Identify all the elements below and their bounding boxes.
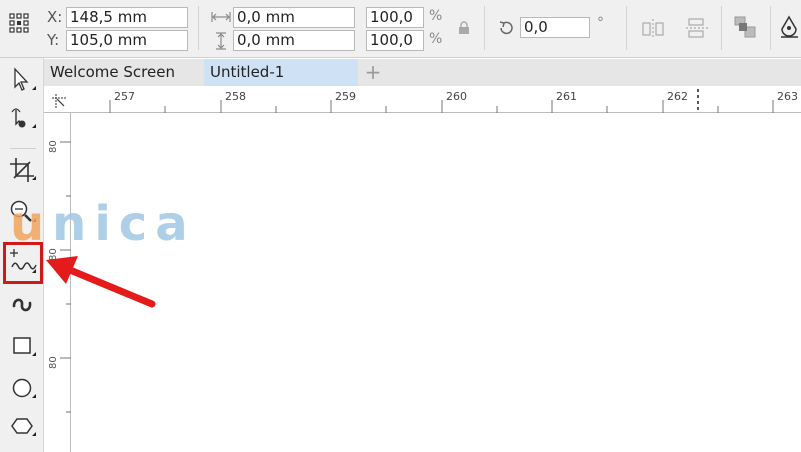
red-arrow-annotation — [46, 256, 156, 308]
y-label: Y: — [47, 31, 60, 49]
degree-label: ° — [597, 15, 604, 31]
arrow-pointer-icon — [14, 67, 36, 91]
crop-tool[interactable] — [6, 154, 38, 186]
shape-node-icon — [11, 108, 36, 128]
ruler-label: 259 — [335, 90, 356, 103]
ruler-label: 262 — [667, 90, 688, 103]
width-field[interactable]: 0,0 mm — [233, 7, 355, 28]
artistic-media-tool[interactable] — [6, 288, 38, 320]
reference-point-icon[interactable] — [9, 12, 31, 34]
scale-x-field[interactable]: 100,0 — [366, 7, 424, 28]
rectangle-icon — [13, 337, 36, 356]
drawing-canvas[interactable] — [72, 114, 801, 452]
pick-tool[interactable] — [6, 64, 38, 96]
tab-welcome-screen[interactable]: Welcome Screen — [44, 59, 202, 86]
ruler-label: 260 — [446, 90, 467, 103]
separator — [626, 6, 627, 50]
crop-icon — [10, 158, 36, 182]
ellipse-tool[interactable] — [6, 372, 38, 404]
height-icon — [214, 31, 228, 51]
polygon-icon — [11, 418, 36, 436]
percent-label-y: % — [429, 31, 443, 47]
mirror-vertical-icon[interactable] — [685, 17, 709, 39]
tab-untitled-1[interactable]: Untitled-1 — [204, 59, 358, 86]
align-distribute-icon[interactable] — [733, 15, 759, 39]
height-field[interactable]: 0,0 mm — [233, 30, 355, 51]
ruler-label: 80 — [48, 356, 59, 369]
brush-stroke-icon — [12, 298, 32, 312]
ruler-label: 263 — [777, 90, 798, 103]
separator — [198, 6, 199, 50]
lock-ratio-icon[interactable] — [458, 21, 470, 35]
x-position-field[interactable]: 148,5 mm — [66, 7, 188, 28]
scale-y-field[interactable]: 100,0 — [366, 30, 424, 51]
ruler-label: 261 — [556, 90, 577, 103]
ruler-label: 80 — [48, 140, 59, 153]
ruler-label: 258 — [225, 90, 246, 103]
percent-label-x: % — [429, 8, 443, 24]
property-bar: X: 148,5 mm Y: 105,0 mm 0,0 mm 0,0 mm 10… — [0, 0, 801, 58]
polygon-tool[interactable] — [6, 410, 38, 442]
horizontal-ruler[interactable]: 257 258 259 260 261 262 263 — [44, 86, 801, 113]
separator — [721, 6, 722, 50]
outline-pen-icon[interactable] — [778, 15, 800, 39]
y-position-field[interactable]: 105,0 mm — [66, 30, 188, 51]
new-tab-button[interactable]: + — [361, 59, 385, 86]
shape-tool[interactable] — [6, 102, 38, 134]
rotation-icon — [497, 19, 515, 37]
width-icon — [210, 10, 232, 24]
watermark-logo: unica — [10, 196, 196, 252]
mirror-horizontal-icon[interactable] — [641, 17, 665, 39]
x-label: X: — [47, 8, 63, 26]
document-tabs: Welcome Screen Untitled-1 + — [44, 59, 801, 86]
ruler-label: 257 — [114, 90, 135, 103]
rectangle-tool[interactable] — [6, 330, 38, 362]
ellipse-icon — [12, 378, 36, 398]
rotation-field[interactable]: 0,0 — [520, 17, 590, 38]
separator — [770, 6, 771, 50]
separator — [484, 6, 485, 50]
separator — [10, 148, 36, 149]
